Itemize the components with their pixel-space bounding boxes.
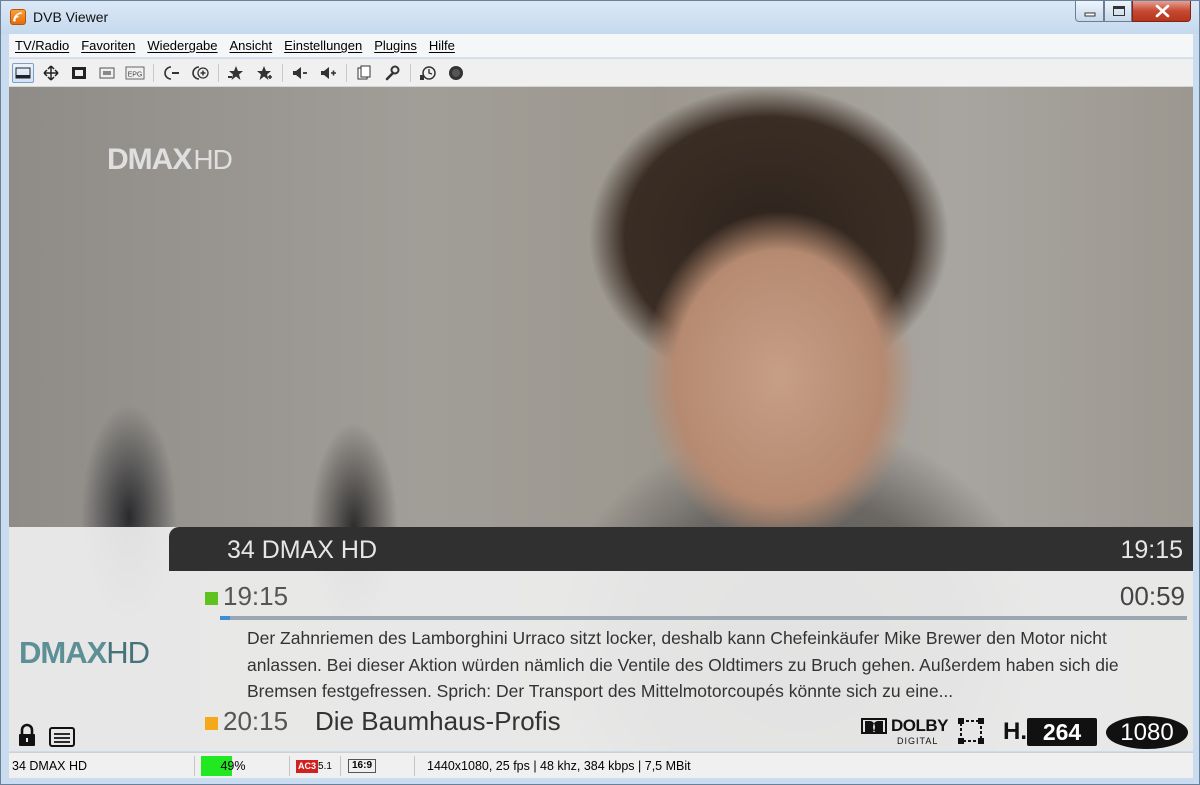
settings-wrench-icon[interactable]: [381, 63, 403, 83]
signal-strength-meter: 49%: [201, 756, 265, 776]
osd-icon[interactable]: [96, 63, 118, 83]
menu-einstellungen[interactable]: Einstellungen: [278, 34, 368, 58]
menu-hilfe[interactable]: Hilfe: [423, 34, 461, 58]
toolbar-divider: [282, 64, 283, 82]
toolbar-divider: [410, 64, 411, 82]
menu-ansicht[interactable]: Ansicht: [224, 34, 279, 58]
current-program-remaining: 00:59: [1119, 581, 1185, 611]
menu-plugins[interactable]: Plugins: [368, 34, 423, 58]
video-area[interactable]: DMAXHD 34 DMAX HD 19:15 19:15 00:59 Der …: [9, 87, 1193, 751]
signal-strength-label: 49%: [220, 759, 246, 773]
codec-number: 264: [1027, 718, 1097, 746]
maximize-icon: [1113, 6, 1125, 16]
status-divider: [289, 756, 290, 776]
audio-format-icon: AC3 5.1: [296, 760, 332, 773]
dolby-label: DOLBY: [891, 716, 949, 735]
osd-header: 34 DMAX HD 19:15: [169, 527, 1193, 571]
program-progress-fill: [220, 616, 230, 620]
channel-minus-icon[interactable]: [161, 63, 183, 83]
epg-icon[interactable]: EPG: [124, 63, 146, 83]
close-icon: [1155, 4, 1170, 18]
toolbar-divider: [218, 64, 219, 82]
maximize-button[interactable]: [1104, 1, 1132, 22]
program-description: Der Zahnriemen des Lamborghini Urraco si…: [247, 628, 1119, 701]
record-icon[interactable]: [445, 63, 467, 83]
stream-info: 1440x1080, 25 fps | 48 khz, 384 kbps | 7…: [427, 759, 691, 773]
osd-clock: 19:15: [1120, 536, 1183, 564]
move-icon[interactable]: [40, 63, 62, 83]
copy-icon[interactable]: [353, 63, 375, 83]
timeshift-icon[interactable]: [417, 63, 439, 83]
menu-bar: TV/Radio Favoriten Wiedergabe Ansicht Einste…: [9, 34, 1193, 58]
audio-channels-label: 5.1: [318, 761, 332, 772]
osd-channel-name: 34 DMAX HD: [227, 536, 378, 564]
minimize-icon: [1084, 12, 1096, 17]
channel-logo-dmax: DMAX: [19, 635, 107, 670]
toolbar-divider: [346, 64, 347, 82]
app-logo-icon: [10, 9, 26, 25]
volume-up-icon[interactable]: [317, 63, 339, 83]
minimize-button[interactable]: [1075, 1, 1104, 22]
current-program-start: 19:15: [223, 581, 289, 611]
resolution-badge: 1080: [1106, 716, 1188, 749]
menu-wiedergabe[interactable]: Wiedergabe: [141, 34, 223, 58]
window-mode-icon[interactable]: [12, 63, 34, 83]
toolbar: EPG: [9, 59, 1193, 87]
next-program-marker: [205, 717, 218, 730]
next-program-start: 20:15: [223, 706, 289, 736]
watermark-dmax: DMAX: [107, 143, 192, 176]
codec-prefix: H.: [1003, 718, 1027, 745]
epg-label: EPG: [128, 72, 143, 79]
dolby-digital-label: DIGITAL: [897, 736, 939, 746]
lock-icon: [19, 723, 35, 746]
watermark-hd: HD: [193, 144, 232, 175]
channel-watermark-logo: DMAXHD: [107, 143, 233, 177]
close-button[interactable]: [1132, 1, 1191, 22]
fullscreen-icon[interactable]: [68, 63, 90, 83]
menu-tv-radio[interactable]: TV/Radio: [9, 34, 75, 58]
volume-down-icon[interactable]: [289, 63, 311, 83]
current-program-marker: [205, 592, 218, 605]
aspect-ratio-badge: 16:9: [348, 759, 376, 773]
favorite-prev-icon[interactable]: [225, 63, 247, 83]
subtitle-list-icon: [49, 727, 75, 747]
status-divider: [414, 756, 415, 776]
title-bar[interactable]: DVB Viewer: [1, 1, 1199, 34]
channel-plus-icon[interactable]: [189, 63, 211, 83]
status-bar: 34 DMAX HD 49% AC3 5.1 16:9 1440x1080, 25…: [9, 752, 1193, 778]
dolby-digital-icon: DOLBY DIGITAL: [861, 716, 951, 748]
window-title: DVB Viewer: [33, 9, 109, 25]
toolbar-divider: [153, 64, 154, 82]
next-program-title: Die Baumhaus-Profis: [315, 706, 561, 736]
status-channel: 34 DMAX HD: [12, 759, 88, 773]
menu-favoriten[interactable]: Favoriten: [75, 34, 141, 58]
h264-codec-icon: H. 264: [1003, 717, 1099, 747]
dvb-viewer-window: DVB Viewer TV/Radio Favoriten Wiedergabe An…: [0, 0, 1200, 785]
channel-logo: DMAXHD: [19, 635, 150, 671]
status-divider: [194, 756, 195, 776]
dolby-double-d-icon: [861, 718, 887, 734]
favorite-next-icon[interactable]: [253, 63, 275, 83]
program-progress-bar: [220, 616, 1187, 620]
aspect-frame-icon: [958, 718, 984, 744]
status-divider: [340, 756, 341, 776]
channel-logo-hd: HD: [106, 635, 150, 670]
audio-format-label: AC3: [296, 760, 319, 773]
